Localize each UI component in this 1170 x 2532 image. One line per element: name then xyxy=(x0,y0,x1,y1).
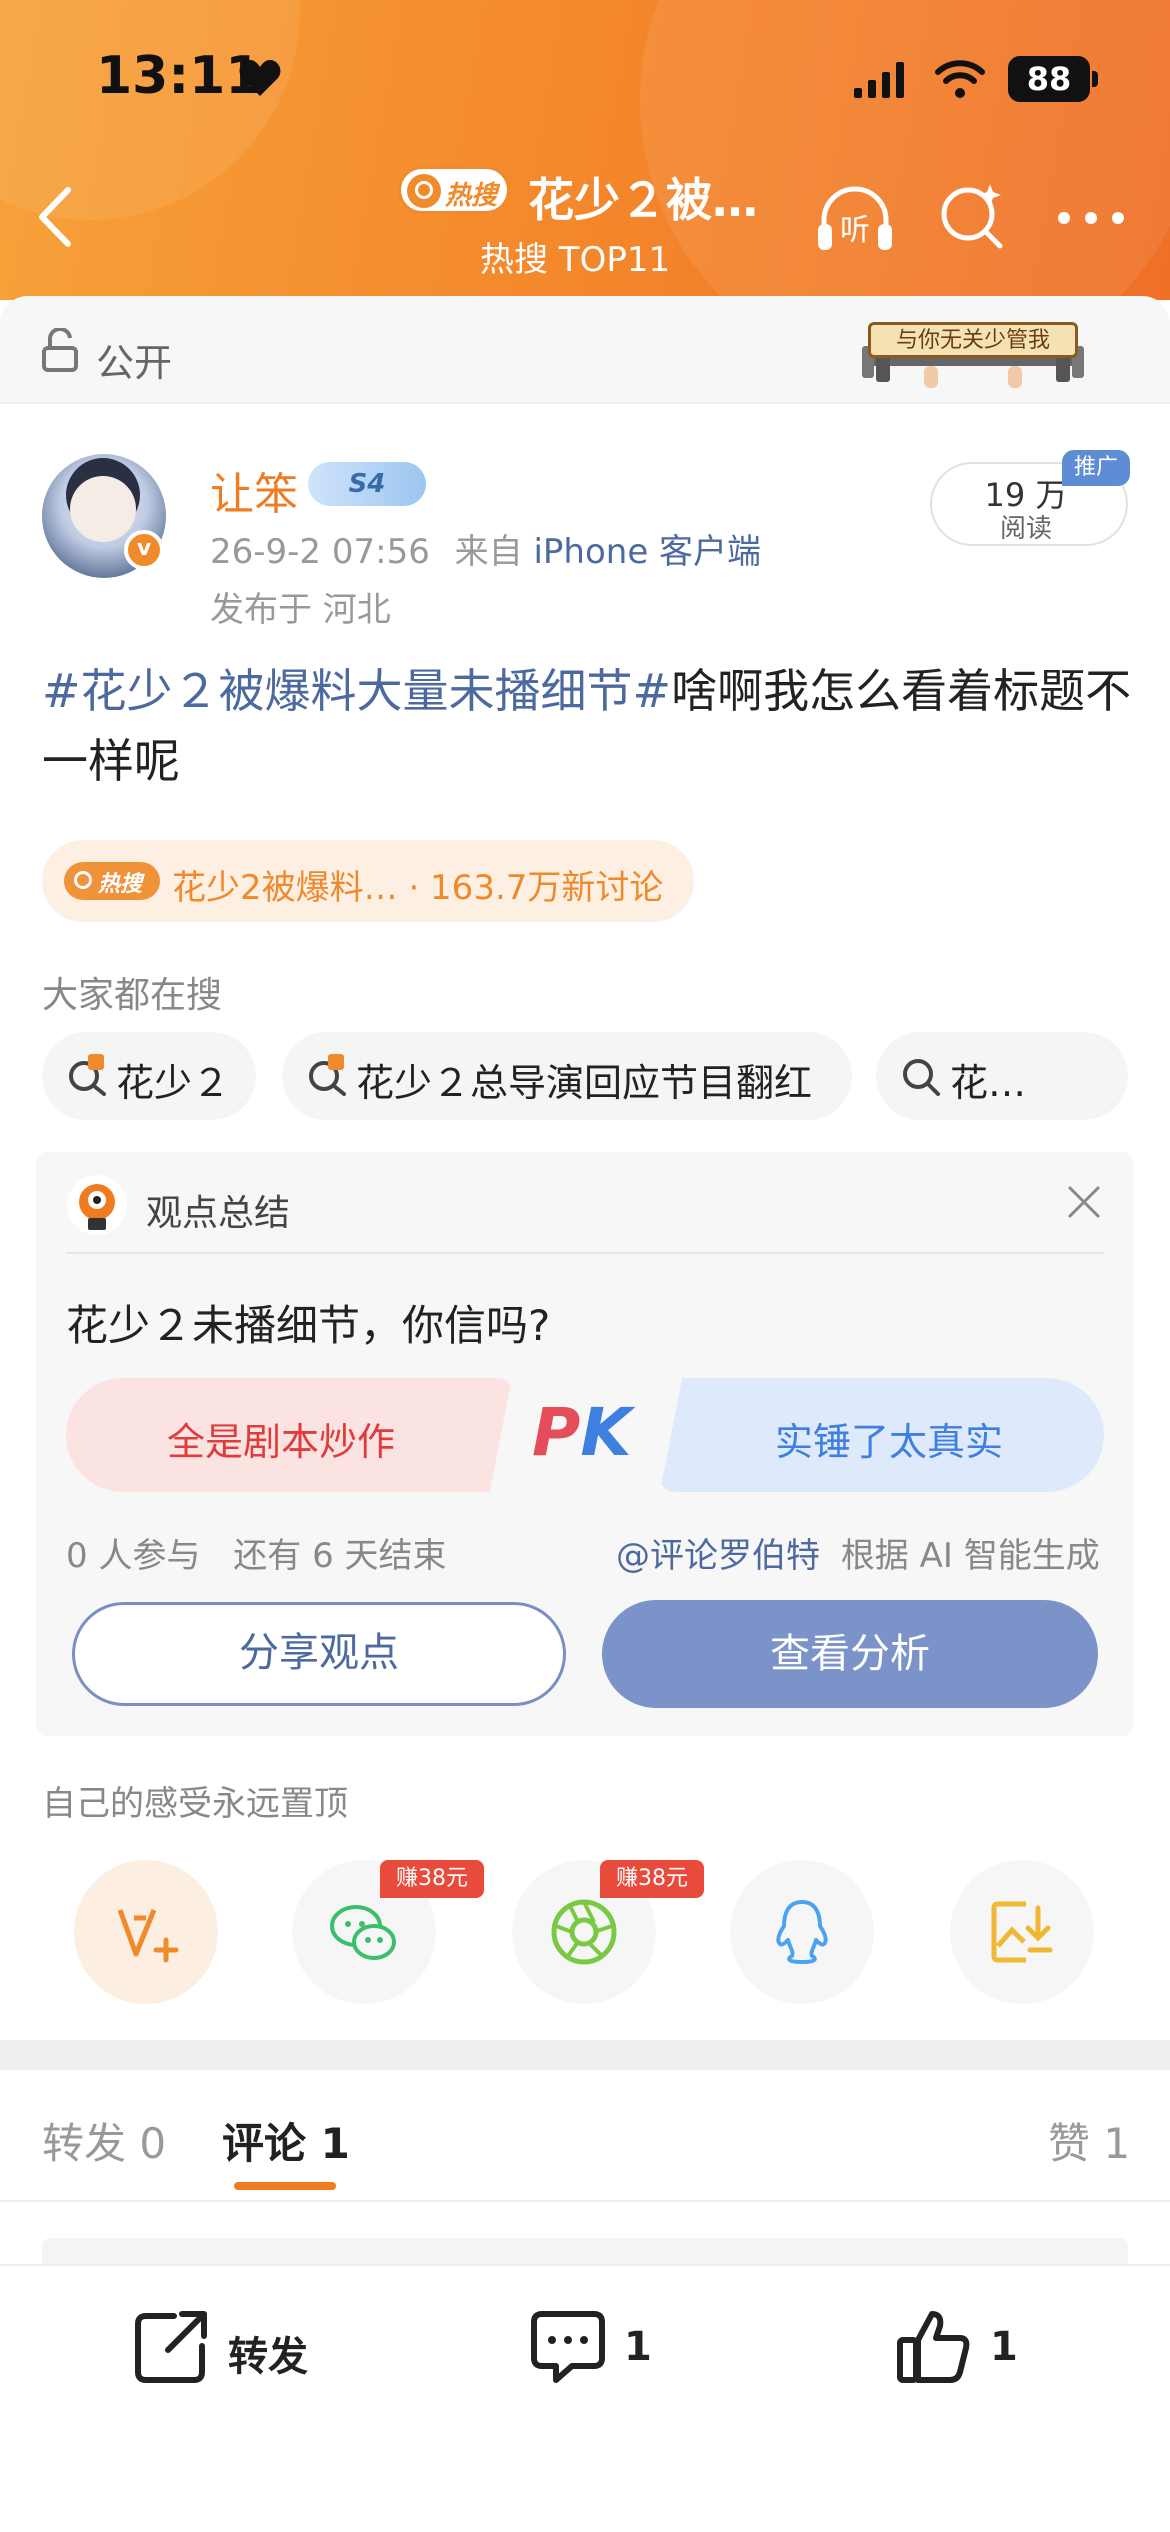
repost-label: 转发 xyxy=(228,2334,308,2380)
hot-topic-pill[interactable]: 热搜 花少2被爆料… · 163.7万新讨论 xyxy=(42,840,694,922)
listen-label: 听 xyxy=(840,213,870,248)
share-weibo-button[interactable] xyxy=(74,1860,218,2004)
hot-search-icon xyxy=(69,1054,106,1096)
related-search-label: 大家都在搜 xyxy=(42,975,223,1016)
search-chip-label: 花… xyxy=(950,1061,1027,1105)
ai-note-text: 根据 AI 智能生成 xyxy=(840,1536,1100,1576)
hot-search-mini-badge: 热搜 xyxy=(64,862,160,900)
wifi-icon xyxy=(935,60,985,98)
opinion-question: 花少２未播细节，你信吗? xyxy=(66,1301,551,1350)
search-chip[interactable]: 花… xyxy=(876,1032,1128,1120)
unlock-icon xyxy=(42,328,78,372)
vote-option-a-button[interactable]: 全是剧本炒作 xyxy=(66,1378,512,1492)
search-chip[interactable]: 花少２ xyxy=(42,1032,256,1120)
section-divider xyxy=(0,2040,1170,2070)
pk-label: PK xyxy=(532,1394,632,1471)
weibo-v-plus-icon xyxy=(117,1909,179,1963)
pk-k: K xyxy=(580,1394,632,1471)
post-source: iPhone 客户端 xyxy=(533,532,762,572)
search-chip-label: 花少２总导演回应节目翻红 xyxy=(356,1061,813,1105)
earn-badge: 赚38元 xyxy=(380,1860,484,1898)
post-time: 26-9-2 07:56 xyxy=(210,532,430,572)
opinion-title: 观点总结 xyxy=(146,1193,291,1234)
status-time: 13:11 xyxy=(96,46,262,106)
divider xyxy=(66,1252,1104,1254)
search-icon xyxy=(903,1059,940,1096)
comment-icon xyxy=(531,2311,605,2383)
read-count-label: 阅读 xyxy=(999,514,1052,544)
hot-search-badge: 热搜 xyxy=(398,166,510,214)
battery-indicator: 88 xyxy=(1008,56,1098,102)
search-chip-label: 花少２ xyxy=(116,1061,231,1105)
comment-button[interactable]: 1 xyxy=(528,2306,668,2386)
level-badge: S4 xyxy=(308,462,426,506)
hot-search-icon xyxy=(309,1054,346,1096)
like-button[interactable]: 1 xyxy=(894,2306,1034,2386)
back-icon[interactable] xyxy=(30,182,80,252)
signal-icon xyxy=(854,62,904,98)
save-image-button[interactable] xyxy=(950,1860,1094,2004)
like-count: 1 xyxy=(990,2324,1018,2370)
earn-badge: 赚38元 xyxy=(600,1860,704,1898)
search-sparkle-icon[interactable] xyxy=(938,180,1008,250)
listen-headphones-icon[interactable]: 听 xyxy=(814,182,896,256)
view-analysis-button[interactable]: 查看分析 xyxy=(602,1600,1098,1708)
mention-link[interactable]: @评论罗伯特 xyxy=(616,1536,820,1576)
bottom-action-bar xyxy=(0,2264,1170,2532)
post-meta: 26-9-2 07:56 来自 iPhone 客户端 xyxy=(210,524,761,573)
post-location: 发布于 河北 xyxy=(210,590,391,630)
hot-search-badge-label: 热搜 xyxy=(445,181,498,211)
close-icon[interactable] xyxy=(1066,1184,1102,1220)
share-qq-button[interactable] xyxy=(730,1860,874,2004)
vote-option-b-label: 实锤了太真实 xyxy=(774,1420,1003,1464)
robot-mascot-icon xyxy=(67,1175,127,1235)
visibility-label: 公开 xyxy=(96,341,173,385)
thumbs-up-icon xyxy=(897,2311,970,2383)
verified-badge-icon: v xyxy=(124,530,164,570)
hot-mini-label: 热搜 xyxy=(98,872,143,897)
vote-option-b-button[interactable]: 实锤了太真实 xyxy=(660,1378,1104,1492)
moments-icon xyxy=(551,1899,617,1965)
save-image-icon xyxy=(991,1901,1053,1963)
vote-option-a-label: 全是剧本炒作 xyxy=(166,1420,395,1464)
sticker-text: 与你无关少管我 xyxy=(868,322,1078,358)
comment-count: 1 xyxy=(624,2324,652,2370)
page-subtitle: 热搜 TOP11 xyxy=(480,240,671,280)
search-chip[interactable]: 花少２总导演回应节目翻红 xyxy=(282,1032,852,1120)
participant-count: 0 人参与 xyxy=(66,1536,201,1576)
promo-badge[interactable]: 推广 xyxy=(1062,450,1130,486)
time-remaining: 还有 6 天结束 xyxy=(233,1536,447,1576)
more-icon[interactable] xyxy=(1056,210,1126,226)
pk-p: P xyxy=(532,1394,581,1471)
wechat-icon xyxy=(330,1905,396,1960)
post-text: #花少２被爆料大量未播细节#啥啊我怎么看着标题不一样呢 xyxy=(42,656,1132,796)
qq-icon xyxy=(776,1900,828,1964)
tab-active-indicator xyxy=(234,2182,336,2190)
heart-icon xyxy=(239,60,281,96)
post-from: 来自 xyxy=(454,532,523,572)
comment-tabs xyxy=(0,2070,1170,2202)
repost-icon xyxy=(135,2311,207,2383)
tab-comment[interactable]: 评论 1 xyxy=(222,2110,350,2171)
opinion-stats: 0 人参与 还有 6 天结束 xyxy=(66,1528,447,1577)
search-icon xyxy=(407,174,441,208)
ai-generated-note: @评论罗伯特 根据 AI 智能生成 xyxy=(616,1528,1100,1577)
hot-topic-text: 花少2被爆料… · 163.7万新讨论 xyxy=(172,868,664,908)
username[interactable]: 让笨 xyxy=(210,458,298,522)
tab-repost[interactable]: 转发 0 xyxy=(42,2110,166,2171)
share-opinion-button[interactable]: 分享观点 xyxy=(72,1602,566,1706)
post-hashtag[interactable]: #花少２被爆料大量未播细节# xyxy=(42,664,671,718)
page-title: 花少２被… xyxy=(528,173,758,227)
tab-like[interactable]: 赞 1 xyxy=(1048,2110,1130,2171)
repost-button[interactable]: 转发 xyxy=(132,2306,332,2386)
share-prompt-label: 自己的感受永远置顶 xyxy=(42,1784,348,1824)
